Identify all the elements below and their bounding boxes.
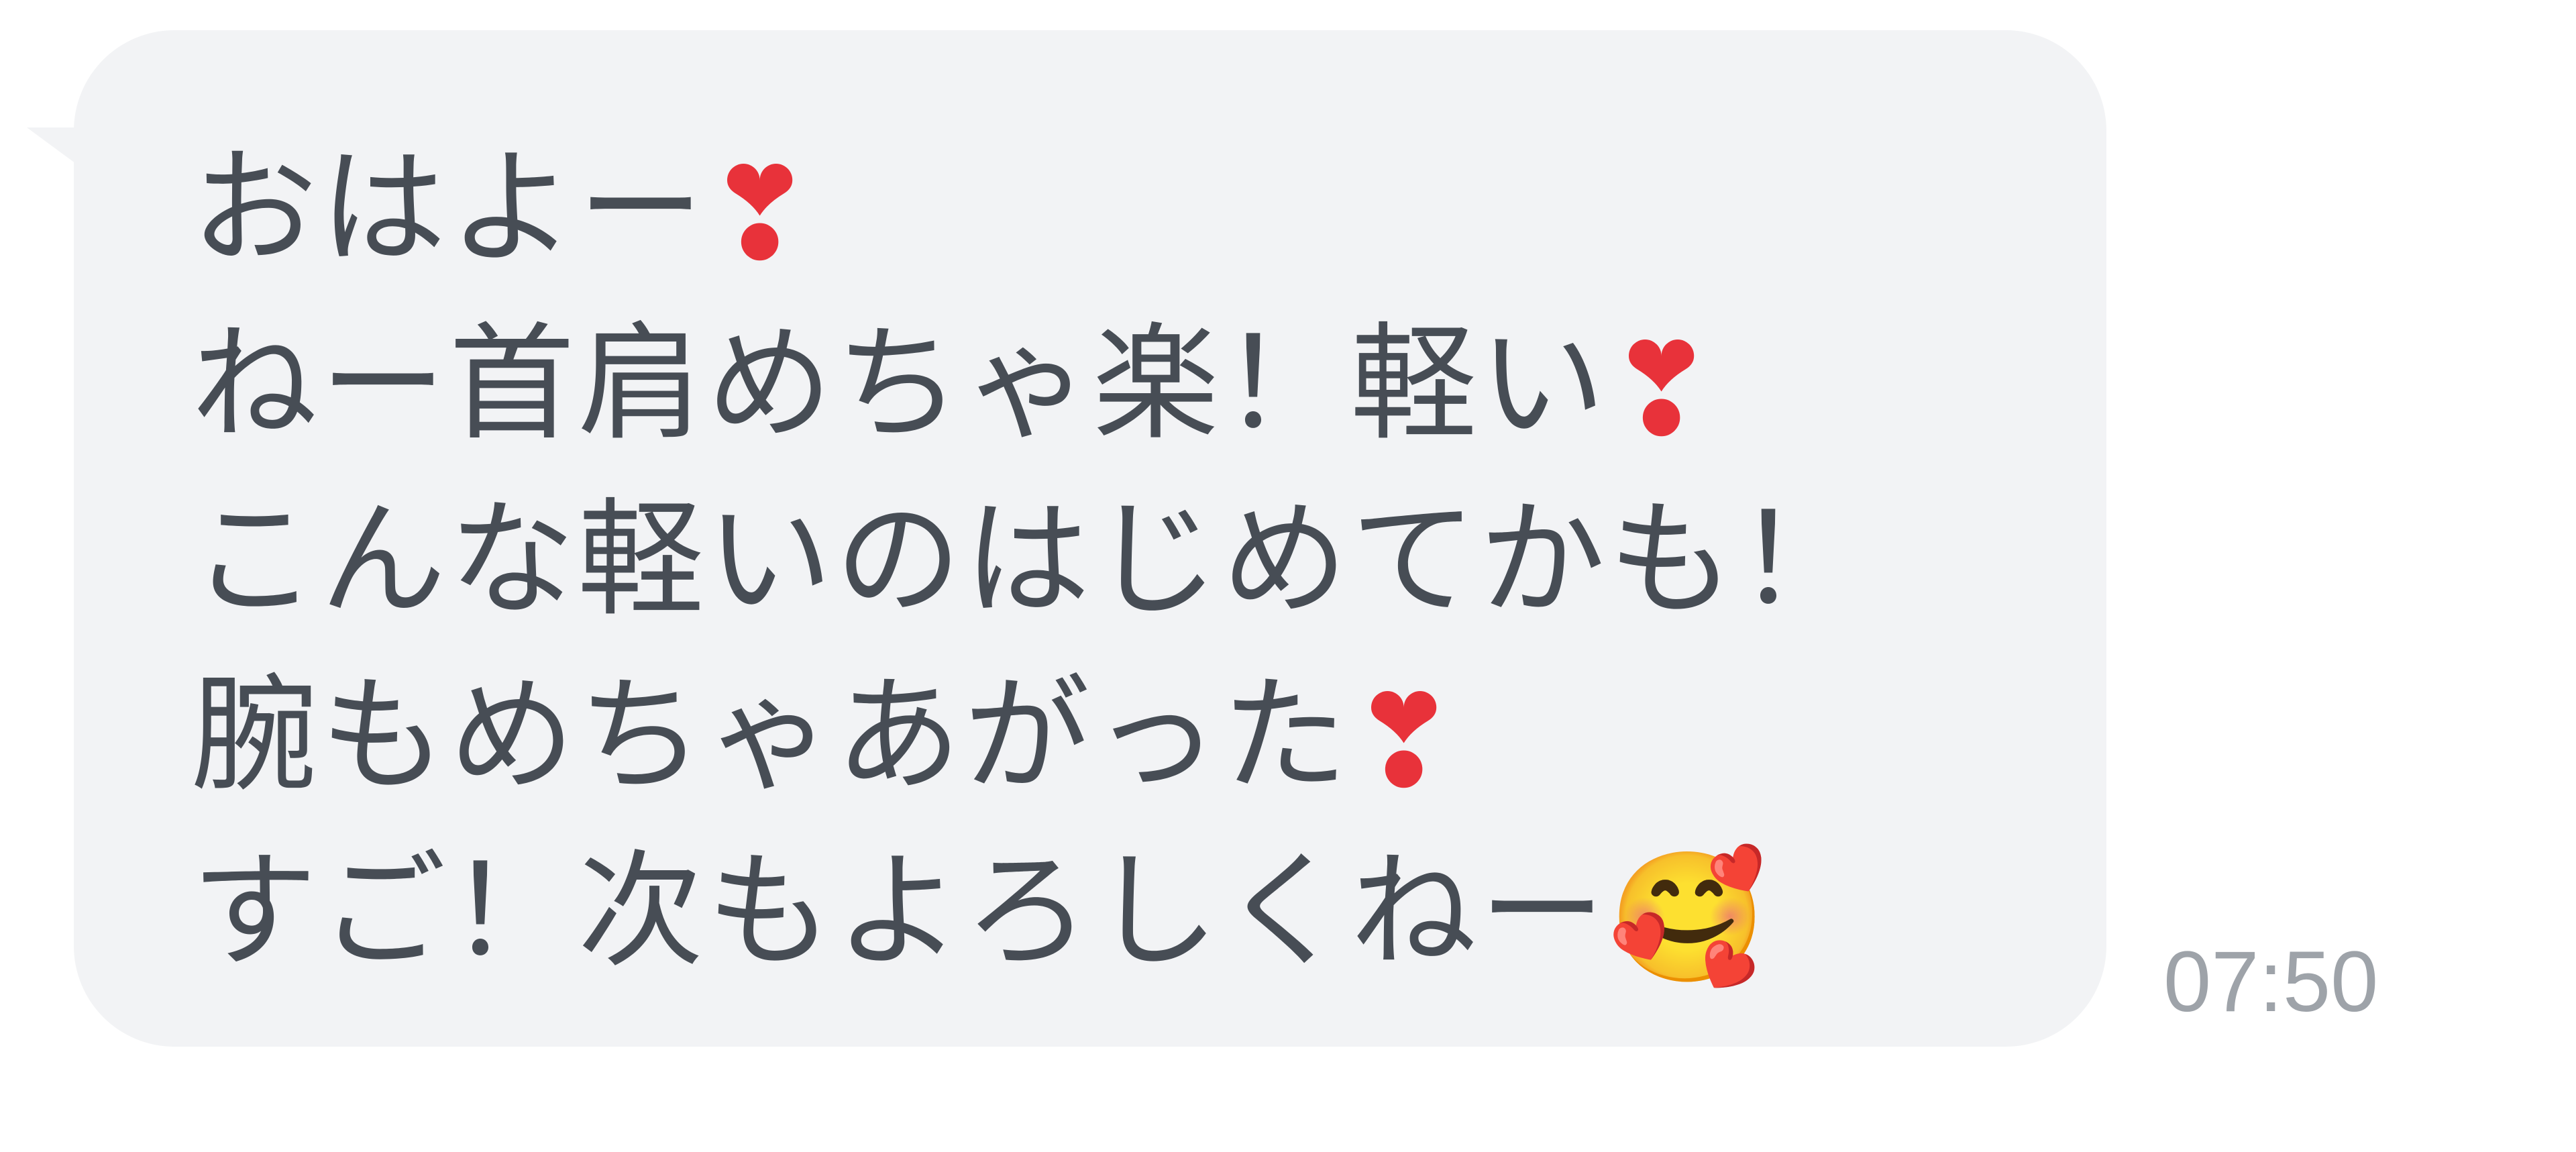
message-line-4: 腕もめちゃあがった❣ (191, 648, 2106, 824)
heart-exclamation-icon: ❣ (706, 140, 816, 289)
message-text: こんな軽いのはじめてかも！ (191, 486, 1866, 633)
message-line-5: すご！次もよろしくねー🥰 (191, 824, 2106, 1000)
message-text: おはよー (191, 135, 706, 282)
heart-exclamation-icon: ❣ (1350, 668, 1460, 816)
message-line-2: ねー首肩めちゃ楽！軽い❣ (191, 297, 2106, 472)
message-text: 腕もめちゃあがった (191, 662, 1350, 809)
chat-message-row: おはよー❣ ねー首肩めちゃ楽！軽い❣ こんな軽いのはじめてかも！ 腕もめちゃあが… (0, 0, 2576, 1152)
message-line-1: おはよー❣ (191, 121, 2106, 297)
message-line-3: こんな軽いのはじめてかも！ (191, 472, 2106, 648)
heart-exclamation-icon: ❣ (1608, 316, 1718, 464)
message-timestamp: 07:50 (2163, 934, 2379, 1030)
message-text: ねー首肩めちゃ楽！軽い (191, 311, 1608, 458)
message-text: すご！次もよろしくねー (191, 838, 1608, 985)
smiling-face-with-hearts-icon: 🥰 (1608, 843, 1770, 992)
message-bubble[interactable]: おはよー❣ ねー首肩めちゃ楽！軽い❣ こんな軽いのはじめてかも！ 腕もめちゃあが… (74, 30, 2106, 1047)
